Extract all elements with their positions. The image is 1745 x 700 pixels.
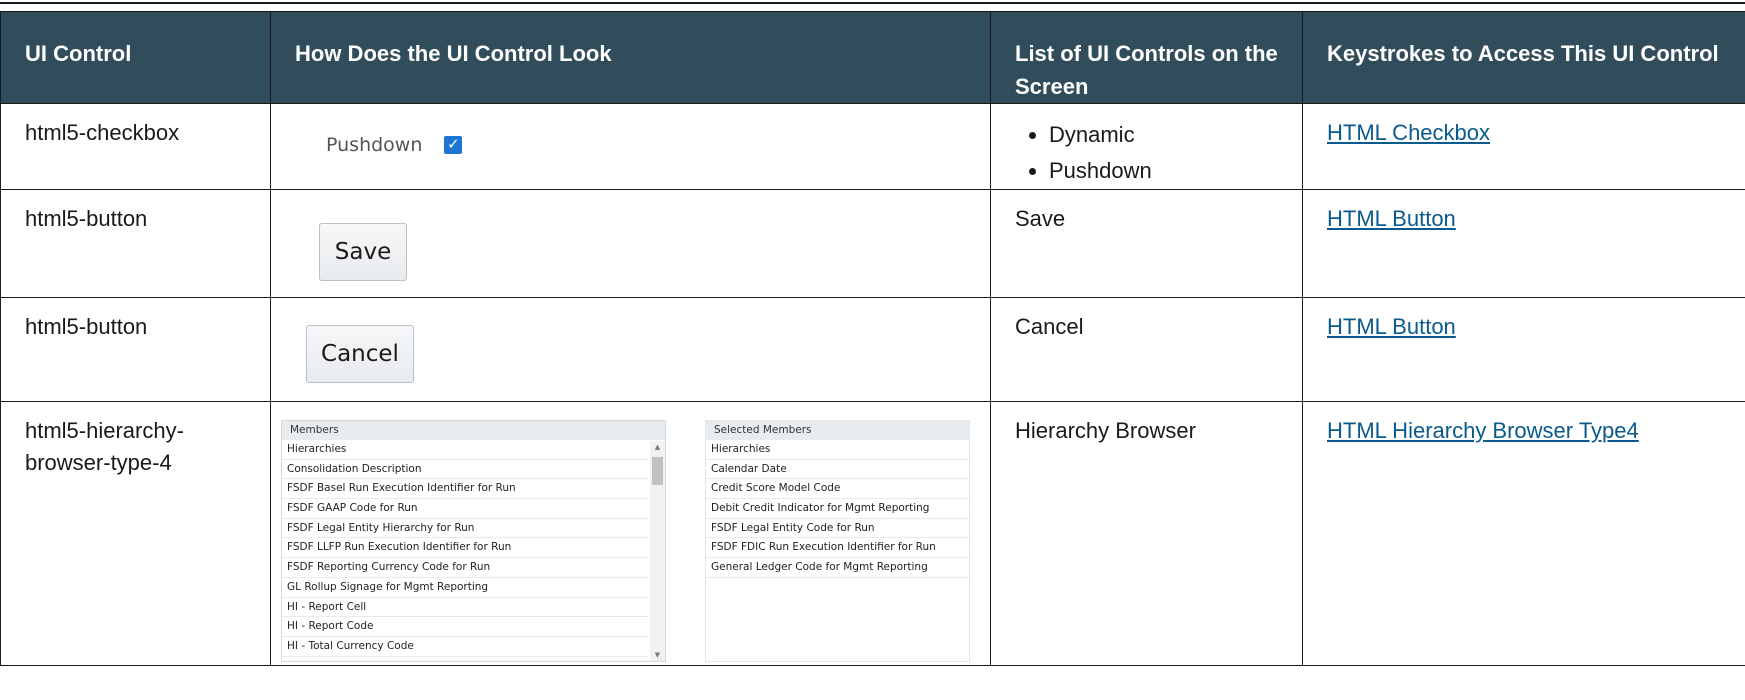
control-look: Pushdown ✓ — [270, 103, 991, 190]
table-row: html5-button Save Save HTML Button — [0, 189, 1745, 298]
members-scrollbar[interactable]: ▲ ▼ — [650, 441, 665, 661]
members-list: Hierarchies Consolidation Description FSDF… — [282, 440, 665, 657]
header-list: List of UI Controls on the Screen — [990, 11, 1303, 104]
hierarchy-browser-demo: Members Hierarchies Consolidation Descrip… — [281, 415, 970, 665]
control-look: Members Hierarchies Consolidation Descrip… — [270, 401, 991, 666]
list-item[interactable]: Hierarchies — [706, 440, 969, 460]
list-item[interactable]: HI - Total Currency Code — [282, 637, 648, 657]
html-button-link[interactable]: HTML Button — [1327, 314, 1456, 339]
control-list: Cancel — [990, 297, 1303, 402]
list-item[interactable]: Credit Score Model Code — [706, 479, 969, 500]
keystrokes-cell: HTML Hierarchy Browser Type4 — [1302, 401, 1745, 666]
list-item[interactable]: HI - Report Cell — [282, 598, 648, 618]
list-item[interactable]: Debit Credit Indicator for Mgmt Reportin… — [706, 499, 969, 519]
selected-members-list: Hierarchies Calendar Date Credit Score Mod… — [706, 440, 969, 578]
html-button-link[interactable]: HTML Button — [1327, 206, 1456, 231]
list-item: Dynamic — [1049, 117, 1278, 153]
control-list: Hierarchy Browser — [990, 401, 1303, 666]
list-item[interactable]: Calendar Date — [706, 460, 969, 480]
list-item[interactable]: FSDF Basel Run Execution Identifier for … — [282, 479, 648, 500]
list-item[interactable]: Consolidation Description — [282, 460, 648, 480]
list-item[interactable]: FSDF FDIC Run Execution Identifier for R… — [706, 538, 969, 559]
list-item[interactable]: FSDF GAAP Code for Run — [282, 499, 648, 519]
control-name: html5-checkbox — [0, 103, 271, 190]
selected-members-header: Selected Members — [706, 421, 969, 440]
scroll-thumb[interactable] — [652, 457, 663, 485]
list-item[interactable]: HI - Report Code — [282, 617, 648, 637]
checkbox-label: Pushdown — [326, 134, 423, 156]
list-item[interactable]: FSDF LLFP Run Execution Identifier for R… — [282, 538, 648, 559]
control-name: html5-hierarchy-browser-type-4 — [0, 401, 271, 666]
html-hierarchy-browser-link[interactable]: HTML Hierarchy Browser Type4 — [1327, 418, 1639, 443]
control-name: html5-button — [0, 189, 271, 298]
list-item[interactable]: GL Rollup Signage for Mgmt Reporting — [282, 578, 648, 598]
table-row: html5-checkbox Pushdown ✓ Dynamic Pushdo… — [0, 103, 1745, 190]
keystrokes-cell: HTML Button — [1302, 189, 1745, 298]
control-look: Save — [270, 189, 991, 298]
header-ui-control: UI Control — [0, 11, 271, 104]
checkbox[interactable]: ✓ — [444, 136, 463, 154]
control-list: Dynamic Pushdown — [990, 103, 1303, 190]
control-list: Save — [990, 189, 1303, 298]
header-look: How Does the UI Control Look — [270, 11, 991, 104]
keystrokes-cell: HTML Checkbox — [1302, 103, 1745, 190]
table-row: html5-hierarchy-browser-type-4 Members H… — [0, 401, 1745, 666]
scroll-up-icon[interactable]: ▲ — [650, 441, 665, 453]
scroll-down-icon[interactable]: ▼ — [650, 649, 665, 661]
cancel-button[interactable]: Cancel — [306, 325, 414, 383]
save-button[interactable]: Save — [319, 223, 407, 281]
header-keystrokes: Keystrokes to Access This UI Control — [1302, 11, 1745, 104]
html-checkbox-link[interactable]: HTML Checkbox — [1327, 120, 1490, 145]
header-row: UI Control How Does the UI Control Look … — [0, 11, 1745, 104]
list-item[interactable]: FSDF Legal Entity Code for Run — [706, 519, 969, 539]
control-look: Cancel — [270, 297, 991, 402]
list-item[interactable]: General Ledger Code for Mgmt Reporting — [706, 558, 969, 578]
selected-members-panel: Selected Members Hierarchies Calendar Dat… — [705, 420, 970, 662]
keystrokes-cell: HTML Button — [1302, 297, 1745, 402]
list-item: Pushdown — [1049, 153, 1278, 189]
members-panel: Members Hierarchies Consolidation Descrip… — [281, 420, 666, 662]
control-name: html5-button — [0, 297, 271, 402]
list-item[interactable]: Hierarchies — [282, 440, 648, 460]
table-row: html5-button Cancel Cancel HTML Button — [0, 297, 1745, 402]
list-item[interactable]: FSDF Legal Entity Hierarchy for Run — [282, 519, 648, 539]
checkbox-demo: Pushdown ✓ — [326, 129, 966, 161]
members-header: Members — [282, 421, 665, 440]
ui-controls-table: UI Control How Does the UI Control Look … — [0, 11, 1745, 666]
list-item[interactable]: FSDF Reporting Currency Code for Run — [282, 558, 648, 578]
controls-list: Dynamic Pushdown — [1015, 117, 1278, 189]
top-rule — [0, 2, 1745, 4]
